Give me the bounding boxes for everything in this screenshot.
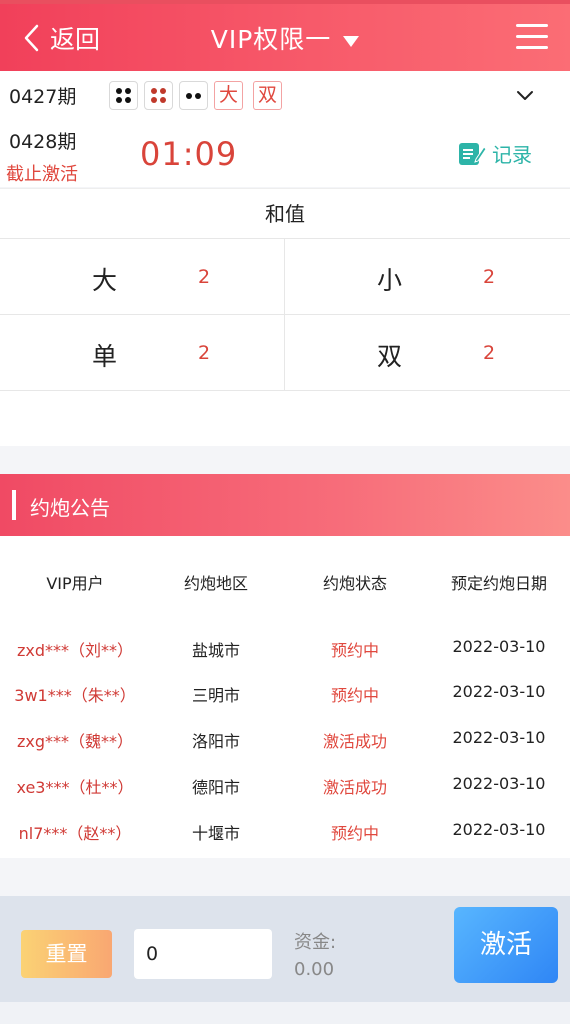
notice-accent-bar	[12, 490, 16, 520]
sum-cell-value: 2	[483, 342, 496, 364]
column-header-user: VIP用户	[46, 574, 104, 593]
page-title: VIP权限一	[210, 25, 332, 54]
current-period-label: 0428期	[9, 131, 77, 153]
cell-region: 洛阳市	[191, 732, 240, 751]
die-two-icon	[179, 81, 208, 110]
bottom-safe-area	[0, 1002, 570, 1024]
cell-date: 2022-03-10	[452, 637, 546, 656]
notice-table: VIP用户 约炮地区 约炮状态 预定约炮日期 zxd***（刘**） 盐城市 预…	[0, 536, 570, 858]
cell-user: zxd***（刘**）	[16, 641, 134, 660]
cell-date: 2022-03-10	[452, 682, 546, 701]
sum-cell-small[interactable]: 小 2	[285, 239, 570, 315]
column-header-status: 约炮状态	[322, 574, 387, 593]
top-header: 返回 VIP权限一	[0, 4, 570, 71]
cell-region: 三明市	[191, 686, 240, 705]
fund-display: 资金: 0.00	[294, 929, 336, 983]
sum-cell-value: 2	[483, 266, 496, 288]
table-header: VIP用户 约炮地区 约炮状态 预定约炮日期	[0, 570, 570, 594]
activate-button[interactable]: 激活	[454, 907, 558, 983]
sum-cell-odd[interactable]: 单 2	[0, 315, 285, 391]
cell-user: 3w1***（朱**）	[14, 686, 136, 705]
sum-cell-value: 2	[198, 342, 211, 364]
caret-down-icon	[343, 35, 360, 47]
die-four-red-icon	[144, 81, 173, 110]
bottom-action-bar: 重置 资金: 0.00 激活	[0, 896, 570, 1024]
countdown-timer: 01:09	[140, 135, 238, 173]
chevron-down-icon[interactable]	[516, 87, 534, 105]
result-tag-parity: 双	[253, 81, 282, 110]
table-row: zxd***（刘**） 盐城市 预约中 2022-03-10	[0, 637, 570, 661]
sum-cell-label: 单	[92, 342, 118, 371]
cell-user: zxg***（魏**）	[16, 732, 134, 751]
table-row: zxg***（魏**） 洛阳市 激活成功 2022-03-10	[0, 728, 570, 752]
cell-date: 2022-03-10	[452, 774, 546, 793]
cell-user: xe3***（杜**）	[16, 778, 134, 797]
sum-cell-label: 大	[92, 266, 118, 295]
previous-period-row: 0427期 大 双	[9, 81, 292, 110]
table-row: xe3***（杜**） 德阳市 激活成功 2022-03-10	[0, 774, 570, 798]
cutoff-status: 截止激活	[6, 164, 78, 185]
cell-region: 德阳市	[191, 778, 240, 797]
cell-status: 预约中	[330, 641, 379, 660]
current-period: 0428期 截止激活	[6, 127, 78, 186]
column-header-region: 约炮地区	[183, 574, 248, 593]
cell-user: nl7***（赵**）	[18, 824, 132, 843]
cell-date: 2022-03-10	[452, 820, 546, 839]
amount-input[interactable]	[134, 929, 272, 979]
notice-header: 约炮公告	[0, 474, 570, 536]
cell-region: 盐城市	[191, 641, 240, 660]
sum-cell-label: 双	[377, 342, 403, 371]
die-four-icon	[109, 81, 138, 110]
column-header-date: 预定约炮日期	[450, 574, 547, 593]
sum-grid: 大 2 小 2 单 2 双 2	[0, 239, 570, 391]
record-label: 记录	[492, 143, 532, 167]
fund-label: 资金:	[294, 932, 337, 953]
previous-period-label: 0427期	[9, 86, 77, 108]
notice-title: 约炮公告	[30, 496, 110, 520]
period-panel: 0427期 大 双 0428期 截止激活 01:09 记录	[0, 71, 570, 187]
cell-status: 激活成功	[322, 778, 387, 797]
fund-value: 0.00	[294, 959, 335, 980]
sum-heading: 和值	[0, 189, 570, 239]
cell-date: 2022-03-10	[452, 728, 546, 747]
sum-panel: 和值 大 2 小 2 单 2 双 2	[0, 188, 570, 446]
cell-status: 预约中	[330, 824, 379, 843]
hamburger-icon	[516, 24, 548, 27]
menu-button[interactable]	[516, 24, 548, 50]
sum-cell-label: 小	[377, 266, 403, 295]
hamburger-line	[516, 35, 548, 38]
cell-status: 预约中	[330, 686, 379, 705]
hamburger-line	[516, 46, 548, 49]
sum-cell-value: 2	[198, 266, 211, 288]
page-title-dropdown[interactable]: VIP权限一	[0, 20, 570, 56]
sum-cell-big[interactable]: 大 2	[0, 239, 285, 315]
cell-region: 十堰市	[191, 824, 240, 843]
cell-status: 激活成功	[322, 732, 387, 751]
table-row: nl7***（赵**） 十堰市 预约中 2022-03-10	[0, 820, 570, 844]
sum-cell-even[interactable]: 双 2	[285, 315, 570, 391]
reset-button[interactable]: 重置	[21, 930, 112, 978]
record-button[interactable]: 记录	[458, 139, 532, 168]
table-row: 3w1***（朱**） 三明市 预约中 2022-03-10	[0, 682, 570, 706]
result-tag-size: 大	[214, 81, 243, 110]
edit-record-icon	[459, 142, 486, 165]
